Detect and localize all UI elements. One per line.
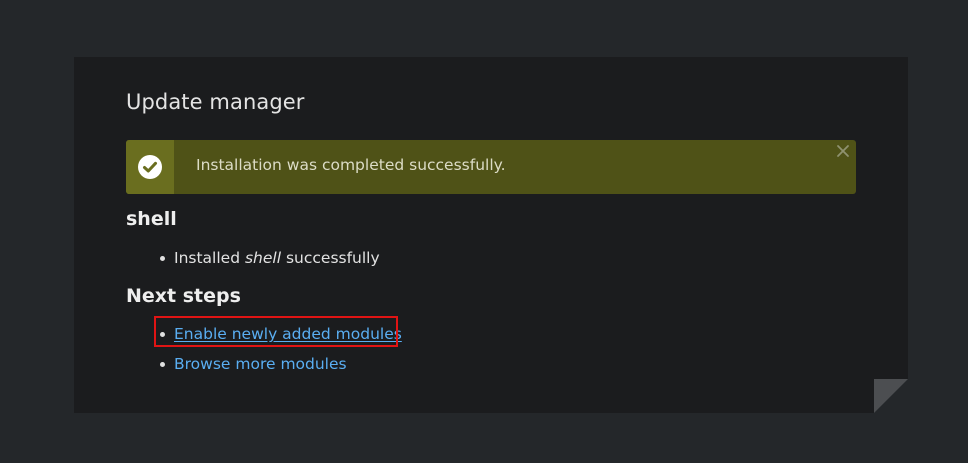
check-circle-icon — [138, 155, 162, 179]
project-name: shell — [244, 249, 282, 267]
next-steps-list: Enable newly added modules Browse more m… — [160, 324, 402, 384]
status-message: Installation was completed successfully. — [126, 140, 856, 194]
list-item: Browse more modules — [160, 354, 402, 384]
status-text: Installation was completed successfully. — [196, 156, 506, 174]
result-suffix: successfully — [281, 249, 380, 267]
list-item: Enable newly added modules — [160, 324, 402, 354]
close-icon[interactable] — [835, 143, 851, 159]
corner-fold-icon — [874, 379, 908, 413]
update-manager-panel: Update manager Installation was complete… — [74, 57, 908, 413]
project-heading: shell — [126, 208, 177, 230]
enable-modules-link[interactable]: Enable newly added modules — [174, 325, 402, 343]
list-item: Installed shell successfully — [160, 248, 380, 278]
page-title: Update manager — [126, 90, 305, 114]
result-prefix: Installed — [174, 249, 245, 267]
browse-modules-link[interactable]: Browse more modules — [174, 355, 347, 373]
next-steps-heading: Next steps — [126, 285, 241, 307]
project-result-list: Installed shell successfully — [160, 248, 380, 278]
status-icon-container — [126, 140, 174, 194]
